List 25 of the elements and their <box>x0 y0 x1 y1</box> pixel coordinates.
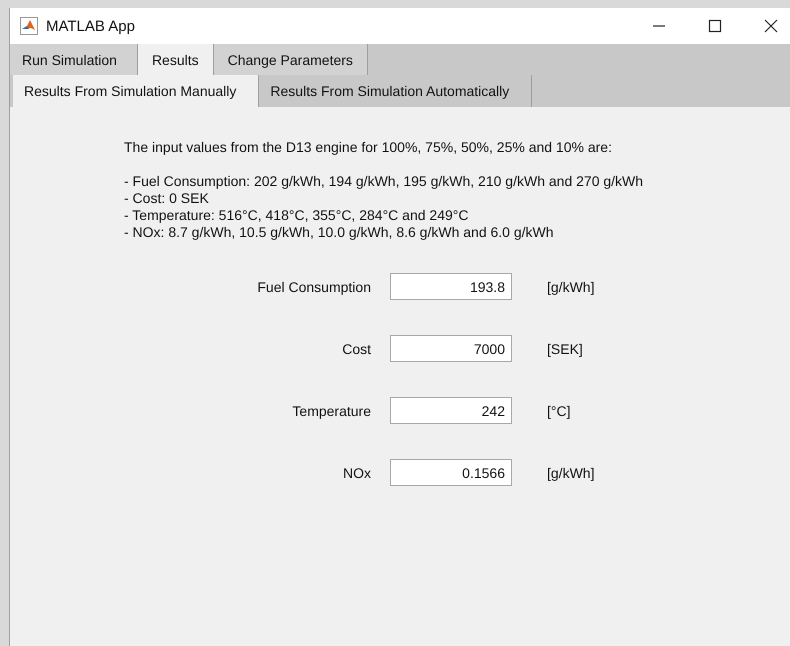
window-title: MATLAB App <box>46 18 135 34</box>
input-value-line: - Cost: 0 SEK <box>124 190 210 207</box>
field-label: Temperature <box>291 402 371 418</box>
field-label: NOx <box>342 464 371 480</box>
input-value-line: - NOx: 8.7 g/kWh, 10.5 g/kWh, 10.0 g/kWh, 8.6 g/kWh and 6.0 g/kWh <box>124 224 555 241</box>
close-icon[interactable] <box>764 19 778 33</box>
tab[interactable]: Change Parameters <box>214 44 368 75</box>
input-value-line: - Fuel Consumption: 202 g/kWh, 194 g/kWh, 195 g/kWh, 210 g/kWh and 270 g/kWh <box>124 173 644 190</box>
tab[interactable]: Results <box>138 44 214 75</box>
unit-label: [°C] <box>547 402 570 418</box>
result-field[interactable]: 242 <box>390 397 512 424</box>
intro-text: The input values from the D13 engine for 100%, 75%, 50%, 25% and 10% are: <box>124 139 613 156</box>
unit-label: [SEK] <box>547 340 583 356</box>
result-field[interactable]: 7000 <box>390 335 512 362</box>
field-label: Cost <box>341 340 371 356</box>
app-logo-icon <box>20 17 38 35</box>
unit-label: [g/kWh] <box>547 464 594 480</box>
maximize-icon[interactable] <box>708 19 722 33</box>
input-value-line: - Temperature: 516°C, 418°C, 355°C, 284°C and 249°C <box>124 207 470 224</box>
field-label: Fuel Consumption <box>256 278 371 294</box>
result-field[interactable]: 0.1566 <box>390 459 512 486</box>
unit-label: [g/kWh] <box>547 278 594 294</box>
tab[interactable]: Run Simulation <box>10 44 138 75</box>
tab[interactable]: Results From Simulation Manually <box>13 75 260 107</box>
result-field[interactable]: 193.8 <box>390 273 512 300</box>
